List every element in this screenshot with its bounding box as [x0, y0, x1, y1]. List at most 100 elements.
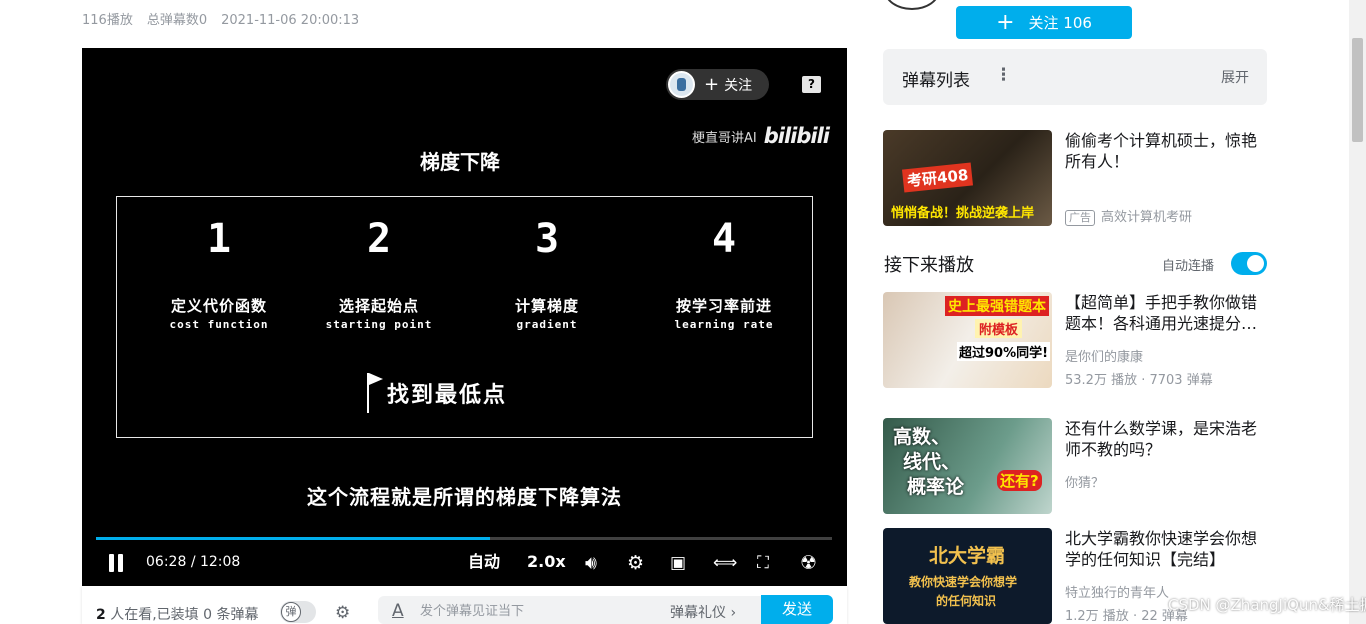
- pause-icon[interactable]: [108, 554, 124, 572]
- thumb-text: 考研408: [901, 162, 974, 193]
- up-next-title: 接下来播放: [884, 255, 974, 276]
- danmaku-bar: 2 人在看,已装填 0 条弹幕 弹 ⚙︎ A 弹幕礼仪 › 发送: [82, 586, 847, 624]
- slide-goal: 找到最低点: [363, 371, 507, 415]
- recommendation-card[interactable]: 史上最强错题本 附模板 超过90%同学! 【超简单】手把手教你做错题本！各科通用…: [883, 292, 1267, 388]
- ad-source: 高效计算机考研: [1101, 210, 1193, 225]
- volume-icon[interactable]: 🔊︎: [585, 553, 597, 573]
- video-thumbnail[interactable]: 高数、 线代、 概率论 还有?: [883, 418, 1052, 514]
- progress-bar[interactable]: [96, 537, 832, 540]
- step-subtitle: starting point: [325, 318, 433, 331]
- recommendation-card[interactable]: 高数、 线代、 概率论 还有? 还有什么数学课，是宋浩老师不教的吗？ 你猜？: [883, 418, 1267, 514]
- step-title: 按学习率前进: [675, 297, 772, 315]
- step-title: 选择起始点: [338, 297, 419, 315]
- danmaku-total: 总弹幕数0: [146, 13, 208, 28]
- danmaku-list-header[interactable]: 弹幕列表 ⋮ 展开: [883, 49, 1267, 105]
- uploader-avatar: [668, 71, 695, 98]
- thumb-text: 的任何知识: [936, 594, 997, 608]
- step-number: 3: [534, 216, 560, 262]
- step-2: 2 选择起始点 starting point: [299, 217, 459, 331]
- csdn-watermark: CSDN @ZhangJiQun&稀土掘金技术社区: [1168, 596, 1366, 614]
- expand-link[interactable]: 展开: [1221, 67, 1249, 87]
- player-controls: 06:28 / 12:08 自动 2.0x 🔊︎ ⚙︎ ▣ ⟺ ⛶ ☢︎: [82, 544, 847, 586]
- watermark-text: 梗直哥讲AI: [692, 130, 757, 146]
- step-number: 2: [366, 216, 392, 262]
- send-button[interactable]: 发送: [761, 595, 833, 624]
- loaded-count: 0: [203, 607, 213, 623]
- video-author[interactable]: 你猜？: [1065, 472, 1104, 491]
- ad-source-row: 广告 高效计算机考研: [1065, 206, 1192, 226]
- video-thumbnail[interactable]: 史上最强错题本 附模板 超过90%同学!: [883, 292, 1052, 388]
- web-fullscreen-icon[interactable]: ⛶: [757, 553, 769, 573]
- loaded-text: 条弹幕: [216, 607, 259, 623]
- step-title: 计算梯度: [514, 297, 579, 315]
- step-1: 1 定义代价函数 cost function: [139, 217, 299, 331]
- thumb-text: 概率论: [907, 476, 965, 498]
- duration: 12:08: [199, 554, 241, 570]
- autoplay-label: 自动连播: [1162, 259, 1215, 274]
- player-follow-button[interactable]: + 关注: [666, 69, 769, 100]
- thumb-text: 线代、: [903, 451, 961, 473]
- thumb-text: 附模板: [975, 319, 1023, 338]
- play-count: 116播放: [82, 13, 133, 28]
- viewer-text: 人在看,已装填: [110, 607, 199, 623]
- thumb-text: 悄悄备战！挑战逆袭上岸: [891, 206, 1035, 221]
- follow-button[interactable]: + 关注 106: [956, 6, 1132, 39]
- help-icon[interactable]: ?: [802, 76, 821, 93]
- danmaku-settings-icon[interactable]: ⚙︎: [335, 603, 359, 623]
- widescreen-icon[interactable]: ⟺: [713, 553, 737, 573]
- thumb-text: 史上最强错题本: [945, 296, 1049, 316]
- ad-tag: 广告: [1065, 210, 1095, 226]
- settings-gear-icon[interactable]: ⚙︎: [627, 553, 644, 573]
- danmaku-list-title: 弹幕列表: [902, 71, 970, 91]
- step-number: 1: [206, 216, 232, 262]
- danmaku-input[interactable]: [420, 600, 660, 622]
- step-subtitle: gradient: [516, 318, 578, 331]
- goal-text: 找到最低点: [387, 383, 508, 408]
- ad-title[interactable]: 偷偷考个计算机硕士，惊艳所有人！: [1065, 130, 1269, 172]
- autoplay-toggle[interactable]: [1231, 252, 1267, 275]
- plus-icon: +: [704, 73, 720, 95]
- time-separator: /: [190, 554, 196, 570]
- step-subtitle: cost function: [169, 318, 269, 331]
- step-3: 3 计算梯度 gradient: [467, 217, 627, 331]
- video-author[interactable]: 是你们的康康: [1065, 346, 1143, 365]
- plus-icon: +: [996, 9, 1015, 35]
- viewer-count: 2: [96, 607, 106, 623]
- video-subtitle: 这个流程就是所谓的梯度下降算法: [307, 485, 622, 509]
- progress-fill: [96, 537, 491, 540]
- slide-title: 梯度下降: [364, 146, 556, 175]
- video-player[interactable]: + 关注 ? 梗直哥讲AI bilibili 梯度下降 1 定义代价函数 cos…: [82, 48, 847, 586]
- ad-card[interactable]: 考研408 悄悄备战！挑战逆袭上岸 偷偷考个计算机硕士，惊艳所有人！ 广告 高效计…: [883, 130, 1267, 226]
- video-title[interactable]: 还有什么数学课，是宋浩老师不教的吗？: [1065, 418, 1269, 460]
- quality-button[interactable]: 自动: [468, 552, 500, 572]
- speed-button[interactable]: 2.0x: [527, 552, 566, 572]
- video-meta: 116播放 总弹幕数0 2021-11-06 20:00:13: [82, 9, 373, 28]
- step-title: 定义代价函数: [170, 297, 267, 315]
- viewer-status: 2 人在看,已装填 0 条弹幕: [96, 604, 258, 624]
- text-style-icon[interactable]: A: [392, 601, 404, 621]
- danmaku-toggle[interactable]: 弹: [280, 601, 316, 623]
- thumb-text: 北大学霸: [929, 545, 1006, 567]
- uploader-avatar-large[interactable]: [884, 0, 940, 10]
- more-vertical-icon[interactable]: ⋮: [995, 65, 1012, 85]
- thumb-text: 还有?: [997, 470, 1042, 491]
- thumb-text: 高数、: [893, 426, 951, 448]
- video-stats: 53.2万 播放 · 7703 弹幕: [1065, 373, 1213, 388]
- follow-button-label: 关注 106: [1028, 14, 1092, 32]
- thumb-text: 教你快速学会你想学: [909, 575, 1018, 589]
- current-time: 06:28: [146, 554, 187, 570]
- player-follow-label: 关注: [724, 77, 753, 94]
- ad-thumbnail[interactable]: 考研408 悄悄备战！挑战逆袭上岸: [883, 130, 1052, 226]
- video-title[interactable]: 【超简单】手把手教你做错题本！各科通用光速提分…: [1065, 292, 1269, 334]
- danmaku-etiquette-link[interactable]: 弹幕礼仪 ›: [670, 602, 736, 622]
- scrollbar-thumb[interactable]: [1352, 38, 1363, 142]
- video-author[interactable]: 特立独行的青年人: [1065, 582, 1169, 601]
- time-display: 06:28 / 12:08: [146, 552, 240, 572]
- step-4: 4 按学习率前进 learning rate: [644, 217, 804, 331]
- video-title[interactable]: 北大学霸教你快速学会你想学的任何知识【完结】: [1065, 528, 1269, 570]
- pip-icon[interactable]: ▣: [670, 553, 686, 573]
- video-thumbnail[interactable]: 北大学霸 教你快速学会你想学 的任何知识: [883, 528, 1052, 624]
- fullscreen-icon[interactable]: ☢︎: [800, 553, 817, 573]
- channel-watermark: 梗直哥讲AI bilibili: [692, 124, 830, 148]
- danmaku-toggle-icon: 弹: [281, 602, 301, 622]
